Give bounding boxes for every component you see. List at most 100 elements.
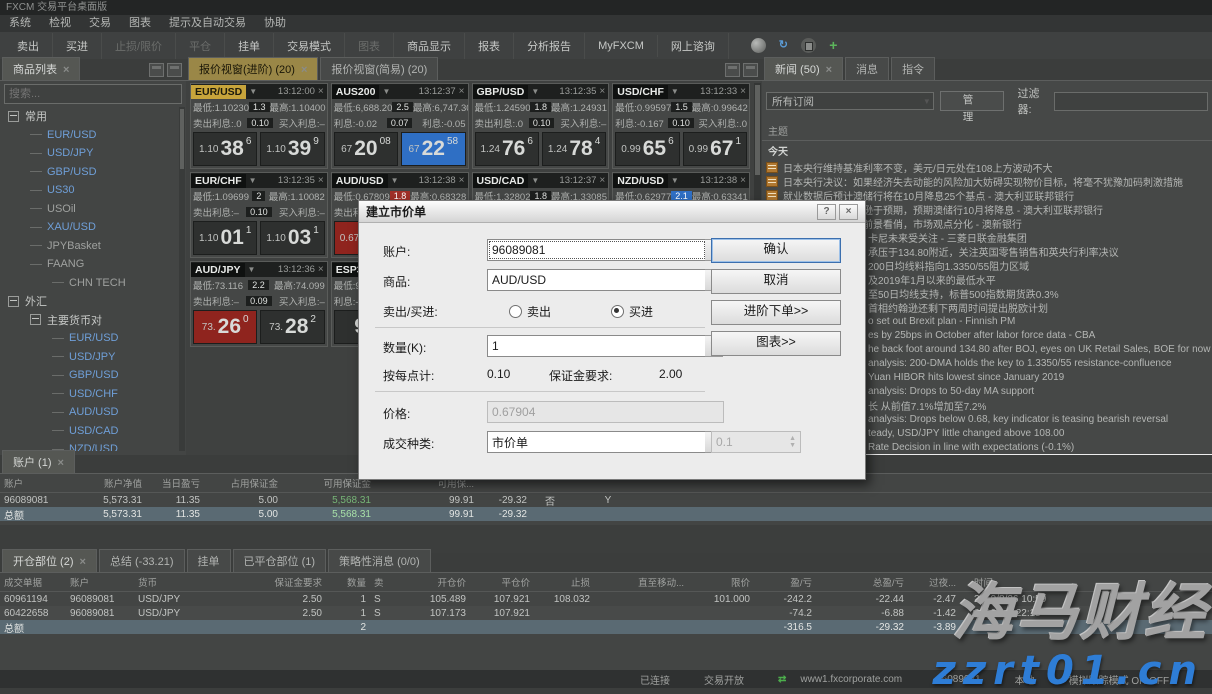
ask-price[interactable]: 1.24784 bbox=[542, 132, 606, 166]
tree-item[interactable]: USD/CAD bbox=[2, 422, 178, 441]
bid-price[interactable]: 73.260 bbox=[193, 310, 257, 344]
bid-price[interactable]: 1.10386 bbox=[193, 132, 257, 166]
menu-item[interactable]: 系统 bbox=[0, 15, 40, 32]
sell-button[interactable]: 卖出 bbox=[193, 168, 233, 169]
close-icon[interactable]: × bbox=[315, 86, 327, 97]
news-column-header[interactable]: 主题 bbox=[762, 121, 1212, 141]
quotes-tab[interactable]: 报价视窗(进阶) (20)× bbox=[188, 57, 318, 80]
buy-button[interactable]: 买进 bbox=[707, 168, 747, 169]
quotes-tab[interactable]: 报价视窗(简易) (20)× bbox=[320, 57, 438, 80]
sidebar-scrollbar[interactable] bbox=[179, 107, 185, 451]
close-icon[interactable]: × bbox=[63, 64, 69, 76]
ask-price[interactable]: 1.10399 bbox=[260, 132, 324, 166]
tree-item[interactable]: USD/CHF bbox=[2, 385, 178, 404]
dialog-title-bar[interactable]: 建立市价单 ? × bbox=[359, 201, 865, 223]
tree-item[interactable]: 主要货币对 bbox=[2, 311, 178, 330]
toolbar-button[interactable]: 平仓 bbox=[176, 33, 225, 59]
news-tab[interactable]: 消息× bbox=[845, 57, 889, 80]
close-icon[interactable]: × bbox=[596, 86, 608, 97]
news-item[interactable]: 日本央行决议：如果经济失去动能的风险加大妨碍实现物价目标，将毫不犹豫加码刺激措施 bbox=[762, 174, 1212, 188]
ask-price[interactable]: 672258 bbox=[401, 132, 465, 166]
close-icon[interactable]: × bbox=[826, 64, 832, 76]
close-icon[interactable]: × bbox=[80, 556, 86, 568]
window-maximize-icon[interactable] bbox=[743, 63, 758, 77]
tree-item[interactable]: 常用 bbox=[2, 107, 178, 126]
help-icon[interactable]: ? bbox=[817, 204, 836, 220]
toolbar-button[interactable]: 分析报告 bbox=[514, 33, 585, 59]
tree-item[interactable]: USD/JPY bbox=[2, 348, 178, 367]
bid-price[interactable]: 672008 bbox=[334, 132, 398, 166]
toolbar-button[interactable]: 图表 bbox=[345, 33, 394, 59]
order-type-select[interactable]: 市价单 bbox=[487, 431, 707, 453]
refresh-icon[interactable]: ↻ bbox=[776, 38, 791, 53]
buy-button[interactable]: 买进 bbox=[566, 168, 606, 169]
tile-symbol[interactable]: EUR/USD bbox=[191, 85, 246, 99]
chevron-down-icon[interactable]: ▼ bbox=[379, 87, 393, 96]
search-input[interactable] bbox=[4, 84, 182, 104]
sell-button[interactable]: 卖出 bbox=[334, 168, 374, 169]
tree-item[interactable]: USOil bbox=[2, 200, 178, 219]
positions-tab[interactable]: 已平仓部位 (1)× bbox=[233, 549, 327, 572]
tree-item[interactable]: FAANG bbox=[2, 255, 178, 274]
buy-button[interactable]: 买进 bbox=[285, 346, 325, 347]
amount-select[interactable]: 1 bbox=[487, 335, 707, 357]
buy-radio[interactable]: 买进 bbox=[611, 303, 653, 320]
toolbar-button[interactable]: 挂单 bbox=[225, 33, 274, 59]
toolbar-button[interactable]: 报表 bbox=[465, 33, 514, 59]
tab-accounts[interactable]: 账户 (1)× bbox=[2, 450, 75, 473]
sell-radio[interactable]: 卖出 bbox=[509, 303, 551, 320]
close-icon[interactable]: × bbox=[839, 204, 858, 220]
news-tab[interactable]: 指令× bbox=[891, 57, 935, 80]
tree-item[interactable]: EUR/USD bbox=[2, 126, 178, 145]
sell-button[interactable]: 卖出 bbox=[475, 168, 515, 169]
tree-item[interactable]: CHN TECH bbox=[2, 274, 178, 293]
manage-button[interactable]: 管理 bbox=[940, 91, 1004, 111]
sell-button[interactable]: 卖出 bbox=[193, 346, 233, 347]
toolbar-button[interactable]: 买进 bbox=[53, 33, 102, 59]
collapse-icon[interactable] bbox=[8, 111, 19, 122]
bid-price[interactable]: 1.10011 bbox=[193, 221, 257, 255]
collapse-icon[interactable] bbox=[8, 296, 19, 307]
add-icon[interactable]: + bbox=[826, 38, 841, 53]
positions-tab[interactable]: 策略性消息 (0/0)× bbox=[328, 549, 431, 572]
tree-item[interactable]: JPYBasket bbox=[2, 237, 178, 256]
close-icon[interactable]: × bbox=[58, 457, 64, 469]
window-restore-icon[interactable] bbox=[725, 63, 740, 77]
tree-item[interactable]: USD/JPY bbox=[2, 144, 178, 163]
toolbar-button[interactable]: MyFXCM bbox=[585, 35, 658, 57]
tree-item[interactable]: US30 bbox=[2, 181, 178, 200]
account-row[interactable]: 960890815,573.3111.355.005,568.3199.91-2… bbox=[0, 493, 1212, 507]
menu-item[interactable]: 提示及自动交易 bbox=[160, 15, 255, 32]
chevron-down-icon[interactable]: ▼ bbox=[668, 87, 682, 96]
window-restore-icon[interactable] bbox=[149, 63, 164, 77]
tile-symbol[interactable]: USD/CHF bbox=[613, 85, 668, 99]
tile-symbol[interactable]: AUD/JPY bbox=[191, 263, 245, 277]
buy-button[interactable]: 买进 bbox=[426, 168, 466, 169]
confirm-button[interactable]: 确认 bbox=[711, 238, 841, 263]
menu-item[interactable]: 交易 bbox=[80, 15, 120, 32]
close-icon[interactable]: × bbox=[737, 175, 749, 186]
news-tab[interactable]: 新闻 (50)× bbox=[764, 57, 843, 80]
toolbar-button[interactable]: 交易模式 bbox=[274, 33, 345, 59]
account-select[interactable]: 96089081 bbox=[487, 239, 707, 261]
chevron-down-icon[interactable]: ▼ bbox=[246, 87, 260, 96]
close-icon[interactable]: × bbox=[456, 175, 468, 186]
close-icon[interactable]: × bbox=[315, 175, 327, 186]
chevron-down-icon[interactable]: ▼ bbox=[245, 265, 259, 274]
collapse-icon[interactable] bbox=[30, 314, 41, 325]
chevron-down-icon[interactable]: ▼ bbox=[246, 176, 260, 185]
menu-item[interactable]: 检视 bbox=[40, 15, 80, 32]
close-icon[interactable]: × bbox=[456, 86, 468, 97]
tree-item[interactable]: 外汇 bbox=[2, 292, 178, 311]
advanced-order-button[interactable]: 进阶下单>> bbox=[711, 300, 841, 325]
toolbar-button[interactable]: 商品显示 bbox=[394, 33, 465, 59]
symbol-select[interactable]: AUD/USD bbox=[487, 269, 707, 291]
close-icon[interactable]: × bbox=[315, 264, 327, 275]
tile-symbol[interactable]: EUR/CHF bbox=[191, 174, 246, 188]
subscription-select[interactable]: 所有订阅 ▼ bbox=[766, 92, 934, 110]
tile-symbol[interactable]: AUS200 bbox=[332, 85, 380, 99]
window-maximize-icon[interactable] bbox=[167, 63, 182, 77]
chevron-down-icon[interactable]: ▼ bbox=[528, 87, 542, 96]
ask-price[interactable]: 1.10031 bbox=[260, 221, 324, 255]
bid-price[interactable]: 0.99656 bbox=[615, 132, 679, 166]
